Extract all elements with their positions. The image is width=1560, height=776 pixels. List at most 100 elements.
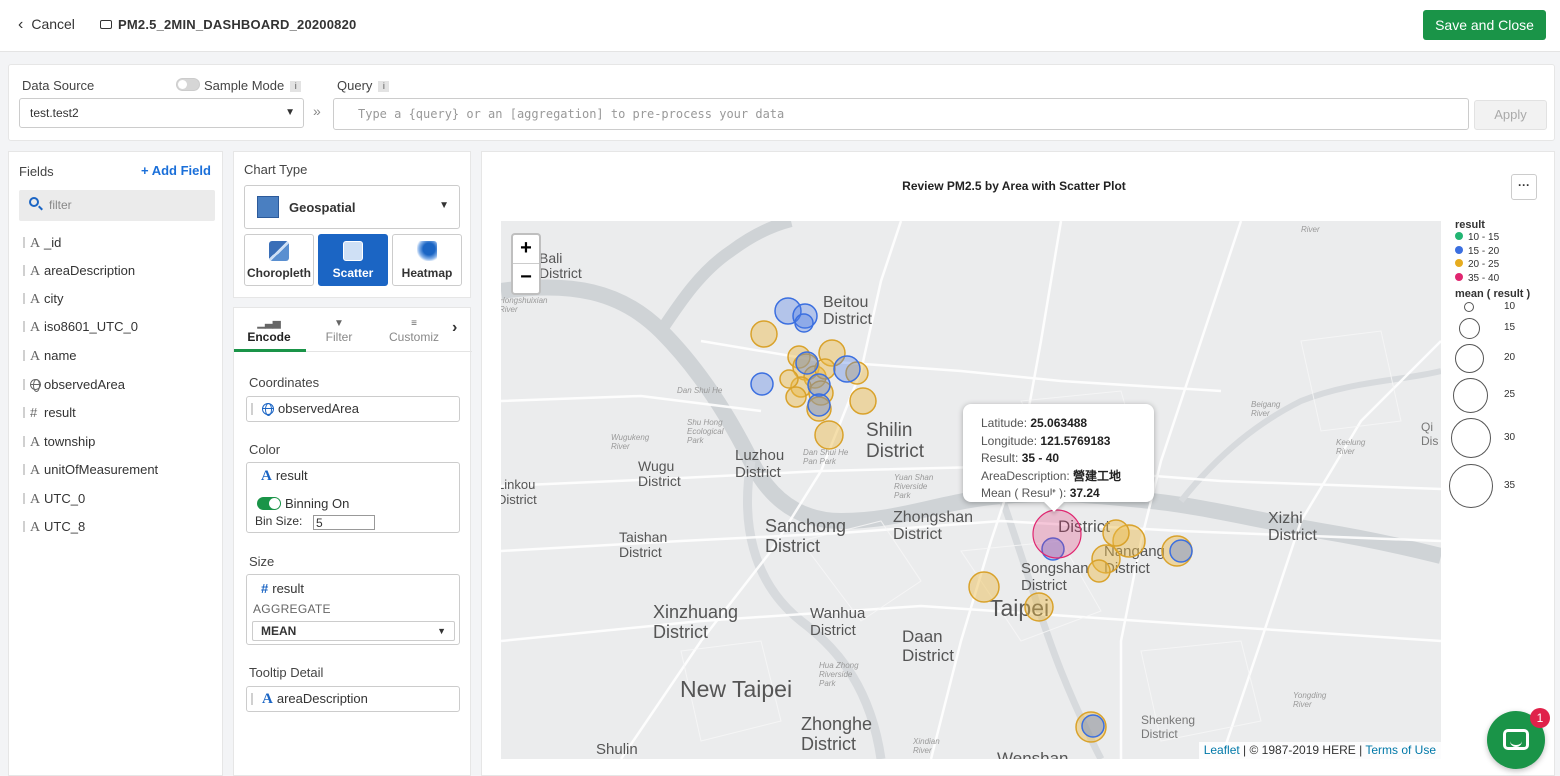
bin-size-label: Bin Size: [255,514,303,528]
data-point [1032,509,1082,559]
aggregate-select[interactable]: MEAN ▼ [252,621,455,641]
data-source-label: Data Source [22,78,94,93]
drag-handle-icon [23,321,25,332]
tooltip-result: Result: 35 - 40 [981,450,1154,468]
tooltip-longitude-value: 121.5769183 [1040,433,1111,448]
field-item-area-description[interactable]: AareaDescription [23,263,135,283]
text-type-icon: A [30,492,41,507]
size-legend-item: 20 [1455,342,1545,377]
active-tab-indicator [234,349,306,352]
bin-size-input[interactable] [313,515,375,530]
tooltip-result-label: Result: [981,451,1022,465]
aggregate-label: AGGREGATE [253,602,331,616]
scatter-button[interactable]: Scatter [318,234,388,286]
map-tooltip: Latitude: 25.063488 Longitude: 121.57691… [963,404,1154,502]
size-field-pill[interactable]: # result [261,581,304,596]
chevron-right-icon[interactable]: › [452,319,457,337]
tooltip-field-name: areaDescription [276,691,368,706]
legend-swatch [1455,245,1463,254]
top-bar: ‹ Cancel PM2.5_2MIN_DASHBOARD_20200820 Sa… [0,0,1560,52]
size-encoding-box: # result AGGREGATE MEAN ▼ [246,574,460,645]
field-name: areaDescription [44,263,136,278]
legend-swatch [1455,232,1463,240]
data-source-select[interactable]: test.test2 ▼ [19,98,304,128]
sample-mode-label: Sample Mode i [204,78,302,93]
heatmap-label: Heatmap [401,266,453,280]
coordinates-field-pill[interactable]: observedArea [246,396,460,422]
add-field-button[interactable]: + Add Field [141,163,211,178]
field-name: observedArea [44,377,125,392]
field-item-result[interactable]: # result [23,405,76,425]
size-legend-circle [1464,302,1474,312]
binning-toggle[interactable] [257,497,281,510]
chat-icon [1503,729,1529,750]
globe-icon [262,403,274,416]
geospatial-icon [257,196,279,218]
field-item-id[interactable]: A _id [23,235,61,255]
query-input[interactable] [333,98,1469,130]
data-source-value: test.test2 [30,106,79,120]
field-item-city[interactable]: Acity [23,291,64,311]
text-type-icon: A [30,320,41,335]
tooltip-mean: Mean ( Result ): 37.24 [981,485,1154,503]
map-legend: result 10 - 15 15 - 20 20 - 25 35 - 40 m… [1449,219,1545,513]
tooltip-latitude-label: Latitude: [981,416,1031,430]
document-title: PM2.5_2MIN_DASHBOARD_20200820 [100,17,356,32]
choropleth-button[interactable]: Choropleth [244,234,314,286]
field-item-unit-of-measurement[interactable]: AunitOfMeasurement [23,462,158,482]
map-view[interactable]: Bali District Hongshuixian River Beitou … [501,221,1441,759]
color-field-pill[interactable]: Aresult [261,468,308,485]
chart-type-select[interactable]: Geospatial ▼ [244,185,460,229]
caret-down-icon: ▼ [285,107,295,118]
tooltip-longitude-label: Longitude: [981,433,1041,448]
tooltip-longitude: Longitude: 121.5769183 [981,433,1154,451]
window-icon [100,20,112,29]
more-options-button[interactable]: ··· [1511,174,1537,200]
field-item-township[interactable]: Atownship [23,434,95,454]
field-name: iso8601_UTC_0 [44,319,138,334]
drag-handle-icon [23,464,25,475]
tab-customize[interactable]: ≡ Customiz [379,318,449,344]
fields-panel: Fields + Add Field A_id AareaDescription… [8,151,223,776]
cancel-button[interactable]: ‹ Cancel [18,16,75,34]
field-name: result [44,405,76,420]
info-icon[interactable]: i [290,81,302,92]
tooltip-latitude-value: 25.063488 [1030,416,1088,430]
number-type-icon: # [30,405,38,420]
drag-handle-icon [23,350,25,361]
aggregate-value: MEAN [261,624,297,638]
size-legend-label: 15 [1504,322,1516,333]
leaflet-link[interactable]: Leaflet [1204,743,1240,757]
field-item-name[interactable]: Aname [23,348,77,368]
legend-item: 10 - 15 [1455,231,1545,245]
heatmap-button[interactable]: Heatmap [392,234,462,286]
field-item-observed-area[interactable]: observedArea [23,377,125,397]
size-legend-item: 10 [1455,300,1545,316]
field-filter-input[interactable] [49,196,209,214]
tab-encode[interactable]: ▁▃▅ Encode [234,318,304,344]
tooltip-mean-label: Mean ( Result ): [981,486,1070,500]
legend-item: 20 - 25 [1455,258,1545,272]
terms-of-use-link[interactable]: Terms of Use [1365,743,1436,757]
sliders-icon: ≡ [411,318,417,329]
field-item-utc-0[interactable]: A UTC_0 [23,491,85,511]
size-legend-item: 30 [1451,417,1545,463]
tooltip-field-pill[interactable]: AareaDescription [246,686,460,712]
zoom-in-button[interactable]: + [513,235,539,264]
save-and-close-button[interactable]: Save and Close [1423,10,1546,40]
tab-filter[interactable]: ▼ Filter [304,318,374,344]
field-name: name [44,348,77,363]
sample-mode-toggle[interactable] [176,78,200,91]
query-label-text: Query [337,78,373,93]
text-type-icon: A [30,292,41,307]
info-icon[interactable]: i [378,81,390,92]
color-field-name: result [275,468,308,483]
zoom-out-button[interactable]: − [513,264,539,293]
field-item-utc-8[interactable]: A UTC_8 [23,519,85,539]
legend-label: 35 - 40 [1468,272,1500,284]
apply-button[interactable]: Apply [1474,100,1547,130]
field-item-iso8601[interactable]: Aiso8601_UTC_0 [23,319,138,339]
cancel-label: Cancel [31,16,75,32]
field-filter-box[interactable] [19,190,215,221]
drag-handle-icon [23,237,25,248]
